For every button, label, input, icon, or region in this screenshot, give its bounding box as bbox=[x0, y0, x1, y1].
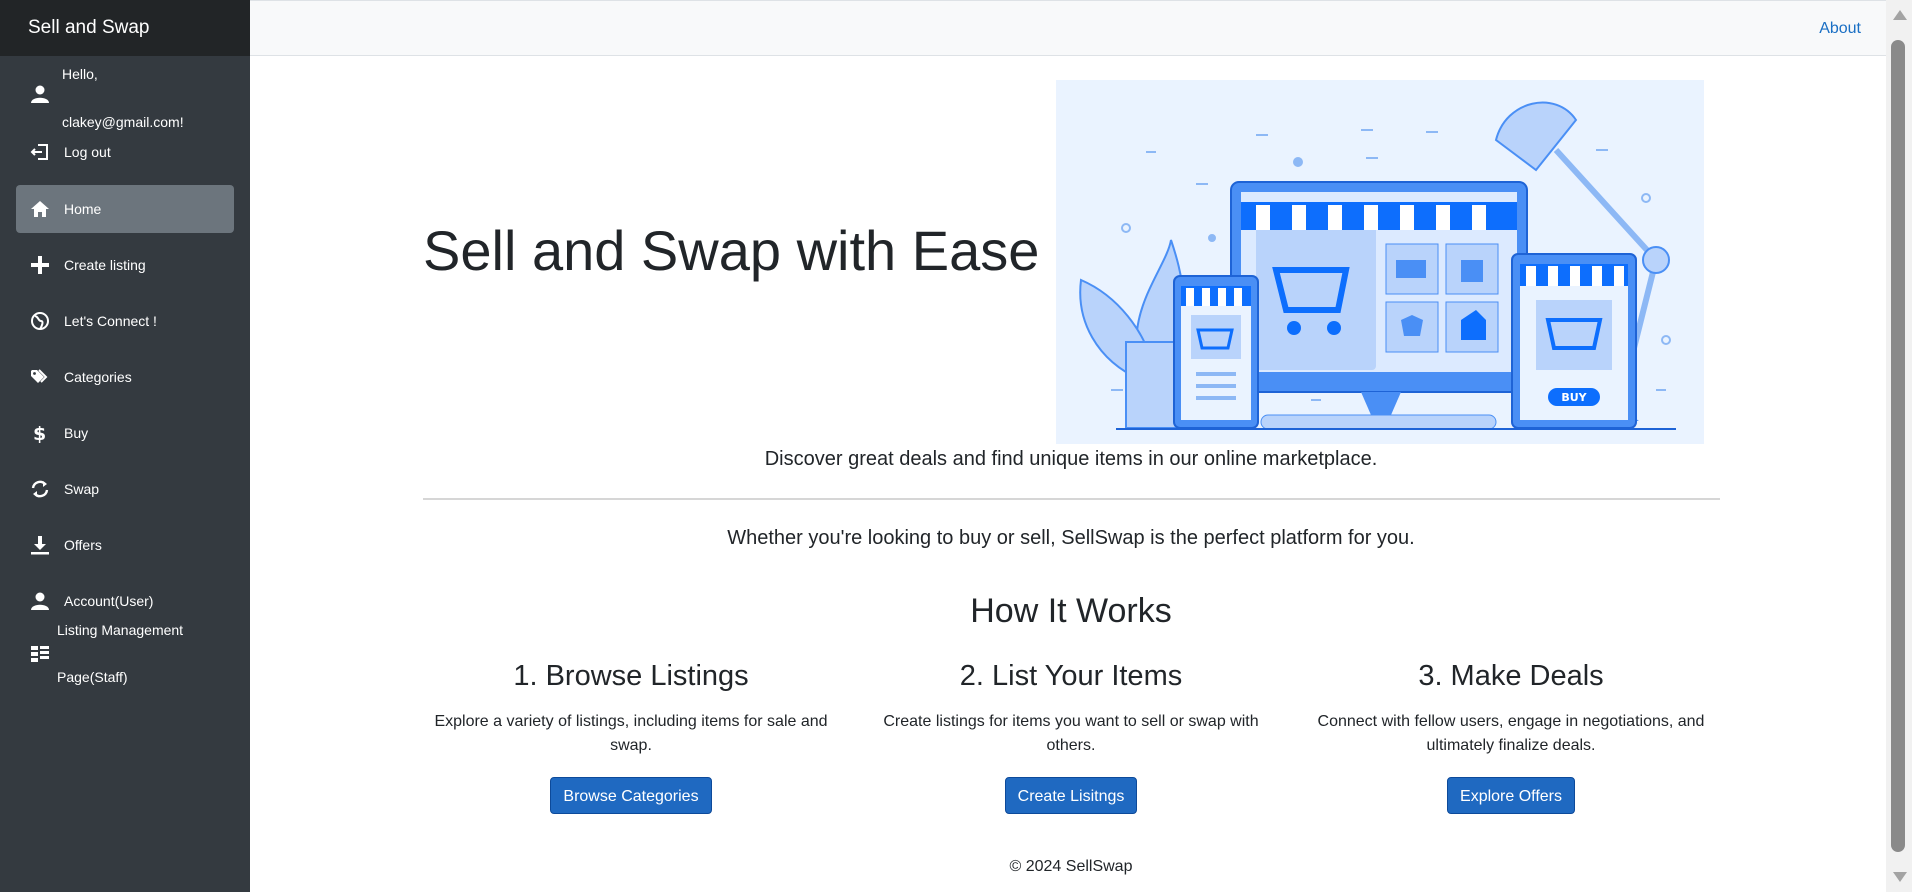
sidebar: Sell and Swap Hello, clakey@gmail.com! L… bbox=[0, 0, 250, 892]
user-icon bbox=[31, 592, 49, 610]
scroll-thumb[interactable] bbox=[1891, 40, 1905, 852]
step-deals: 3. Make Deals Connect with fellow users,… bbox=[1313, 660, 1709, 814]
sidebar-item-connect[interactable]: Let's Connect ! bbox=[16, 297, 234, 345]
hero-title: Sell and Swap with Ease bbox=[423, 219, 1040, 282]
step-description: Create listings for items you want to se… bbox=[883, 713, 1259, 754]
user-email: clakey@gmail.com! bbox=[62, 114, 184, 130]
sidebar-item-label: Categories bbox=[64, 369, 132, 385]
logout-label: Log out bbox=[64, 144, 111, 160]
tags-icon bbox=[31, 369, 48, 383]
sidebar-item-label: Let's Connect ! bbox=[64, 313, 157, 329]
sidebar-item-account[interactable]: Account(User) bbox=[16, 577, 234, 625]
sidebar-item-label: Home bbox=[64, 201, 102, 217]
footer-copyright: © 2024 SellSwap bbox=[1009, 858, 1133, 875]
hero-tagline: Discover great deals and find unique ite… bbox=[764, 448, 1378, 470]
step-title: 3. Make Deals bbox=[1418, 660, 1604, 692]
user-icon bbox=[31, 85, 49, 103]
illustration-buy-label: BUY bbox=[1561, 391, 1587, 404]
sidebar-item-label: Buy bbox=[64, 425, 89, 441]
explore-offers-button[interactable]: Explore Offers bbox=[1447, 777, 1575, 814]
divider bbox=[423, 498, 1720, 500]
step-description: Connect with fellow users, engage in neg… bbox=[1317, 713, 1705, 754]
sidebar-item-buy[interactable]: $ Buy bbox=[16, 409, 234, 457]
home-icon bbox=[31, 201, 49, 217]
sidebar-item-label: Create listing bbox=[64, 257, 146, 273]
download-icon bbox=[31, 536, 49, 555]
sidebar-item-label: Page(Staff) bbox=[57, 669, 128, 685]
step-browse: 1. Browse Listings Explore a variety of … bbox=[433, 660, 829, 814]
hello-label: Hello, bbox=[62, 66, 98, 82]
user-greeting: Hello, clakey@gmail.com! bbox=[0, 56, 250, 136]
sidebar-item-label: Offers bbox=[64, 537, 102, 553]
sidebar-item-home[interactable]: Home bbox=[16, 185, 234, 233]
about-link[interactable]: About bbox=[1819, 20, 1861, 38]
scroll-up-arrow-icon[interactable] bbox=[1893, 10, 1907, 20]
scroll-down-arrow-icon[interactable] bbox=[1893, 872, 1907, 882]
dollar-icon: $ bbox=[33, 423, 46, 443]
sidebar-item-create-listing[interactable]: Create listing bbox=[16, 241, 234, 289]
logout-icon bbox=[30, 144, 48, 160]
how-it-works-title: How It Works bbox=[970, 592, 1172, 630]
plus-icon bbox=[31, 256, 49, 274]
create-listings-button[interactable]: Create Lisitngs bbox=[1004, 777, 1138, 814]
brand-title[interactable]: Sell and Swap bbox=[0, 0, 250, 56]
globe-icon bbox=[31, 312, 49, 330]
step-description: Explore a variety of listings, including… bbox=[434, 713, 828, 754]
sidebar-item-categories[interactable]: Categories bbox=[16, 353, 234, 401]
step-list: 2. List Your Items Create listings for i… bbox=[873, 660, 1269, 814]
hero-subtitle: Whether you're looking to buy or sell, S… bbox=[727, 527, 1415, 549]
sidebar-item-listing-management[interactable]: Listing Management Page(Staff) bbox=[16, 620, 234, 692]
vertical-scrollbar[interactable] bbox=[1886, 0, 1912, 892]
step-title: 2. List Your Items bbox=[959, 660, 1183, 692]
sidebar-item-label: Listing Management bbox=[57, 622, 184, 638]
sidebar-item-label: Account(User) bbox=[64, 593, 154, 609]
swap-icon bbox=[31, 480, 49, 498]
logout-link[interactable]: Log out bbox=[30, 140, 230, 164]
sidebar-item-label: Swap bbox=[64, 481, 100, 497]
sidebar-item-swap[interactable]: Swap bbox=[16, 465, 234, 513]
top-navbar: About bbox=[250, 0, 1886, 56]
sidebar-item-offers[interactable]: Offers bbox=[16, 521, 234, 569]
browse-categories-button[interactable]: Browse Categories bbox=[550, 777, 712, 814]
marketplace-illustration: BUY bbox=[1056, 80, 1704, 444]
svg-text:$: $ bbox=[33, 423, 46, 443]
step-title: 1. Browse Listings bbox=[513, 660, 749, 692]
dashboard-icon bbox=[31, 646, 49, 662]
